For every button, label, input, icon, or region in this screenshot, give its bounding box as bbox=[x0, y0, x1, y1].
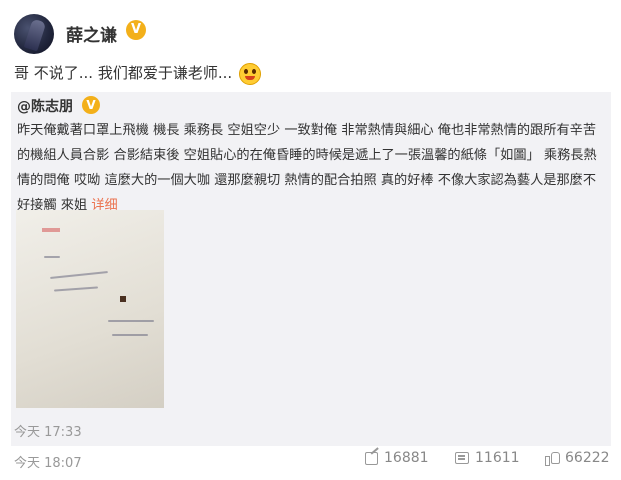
like-button[interactable]: 66222 bbox=[545, 450, 610, 466]
share-button[interactable]: 16881 bbox=[365, 450, 429, 466]
verified-badge-icon: V bbox=[82, 96, 100, 114]
post-text-content: 哥 不说了... 我们都爱于谦老师... bbox=[14, 64, 233, 82]
comment-button[interactable]: 11611 bbox=[455, 450, 520, 466]
smiling-face-emoji-icon bbox=[238, 62, 261, 85]
verified-badge-icon: V bbox=[126, 20, 146, 40]
handwriting-stroke bbox=[53, 286, 99, 292]
thumbs-up-icon bbox=[545, 451, 560, 466]
handwriting-stroke bbox=[44, 256, 60, 258]
like-count: 66222 bbox=[565, 450, 610, 466]
author-name[interactable]: 薛之谦 bbox=[66, 21, 117, 46]
handwriting-stroke bbox=[108, 320, 154, 322]
note-card-image bbox=[16, 210, 164, 408]
avatar[interactable] bbox=[14, 14, 54, 54]
post-header: 薛之谦 V bbox=[14, 14, 604, 64]
repost-author-link[interactable]: @陈志朋 bbox=[17, 96, 73, 116]
handwriting-stroke bbox=[112, 334, 148, 336]
handwriting-stroke bbox=[50, 270, 108, 280]
repost-body: 昨天俺戴著口罩上飛機 機長 乘務長 空姐空少 一致對俺 非常熱情與細心 俺也非常… bbox=[17, 118, 602, 218]
post-text: 哥 不说了... 我们都爱于谦老师... bbox=[14, 62, 261, 85]
stamp-icon bbox=[120, 296, 126, 302]
share-icon bbox=[365, 451, 378, 465]
airline-logo-icon bbox=[42, 228, 60, 232]
post-timestamp[interactable]: 今天 18:07 bbox=[14, 452, 82, 471]
repost-photo[interactable] bbox=[16, 210, 164, 408]
comment-icon bbox=[455, 452, 469, 464]
repost-timestamp[interactable]: 今天 17:33 bbox=[14, 421, 82, 440]
repost-card: @陈志朋 V 昨天俺戴著口罩上飛機 機長 乘務長 空姐空少 一致對俺 非常熱情與… bbox=[11, 92, 611, 446]
comment-count: 11611 bbox=[475, 450, 520, 466]
share-count: 16881 bbox=[384, 450, 429, 466]
